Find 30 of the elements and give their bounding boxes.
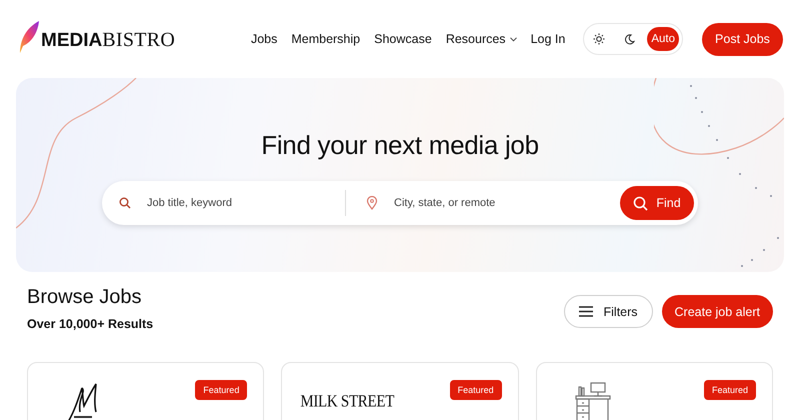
find-button[interactable]: Find	[620, 186, 694, 220]
keyword-field[interactable]: Job title, keyword	[145, 196, 331, 210]
featured-badge: Featured	[704, 380, 756, 400]
search-icon	[119, 197, 131, 209]
create-alert-button[interactable]: Create job alert	[662, 295, 773, 328]
search-icon	[633, 196, 648, 210]
location-field[interactable]: City, state, or remote	[392, 196, 576, 210]
filters-button[interactable]: Filters	[564, 295, 653, 328]
nav-link[interactable]: Showcase	[374, 32, 432, 46]
logo-wordmark[interactable]: MEDIABISTRO	[41, 29, 176, 54]
auto-mode-button[interactable]: Auto	[647, 27, 679, 51]
nav-link[interactable]: Jobs	[250, 32, 278, 46]
job-card[interactable]: MILK STREET Featured	[281, 362, 519, 420]
location-pin-icon	[366, 196, 378, 210]
nav-link[interactable]: Membership	[291, 32, 360, 46]
sun-icon	[593, 33, 606, 45]
results-count: Over 10,000+ Results	[27, 317, 154, 331]
company-logo: MILK STREET	[300, 392, 394, 412]
post-jobs-button[interactable]: Post Jobs	[702, 22, 783, 56]
nav-link[interactable]: Resources	[446, 32, 517, 46]
featured-badge: Featured	[195, 380, 248, 400]
section-title: Browse Jobs	[27, 286, 142, 309]
job-card[interactable]: Featured	[27, 362, 264, 420]
moon-icon	[624, 34, 635, 44]
hero-title: Find your next media job	[261, 130, 539, 161]
feather-icon	[18, 20, 40, 54]
menu-icon	[578, 306, 592, 317]
featured-badge: Featured	[450, 380, 502, 400]
job-card[interactable]: Featured	[536, 362, 773, 420]
nav-link[interactable]: Log In	[530, 32, 566, 46]
